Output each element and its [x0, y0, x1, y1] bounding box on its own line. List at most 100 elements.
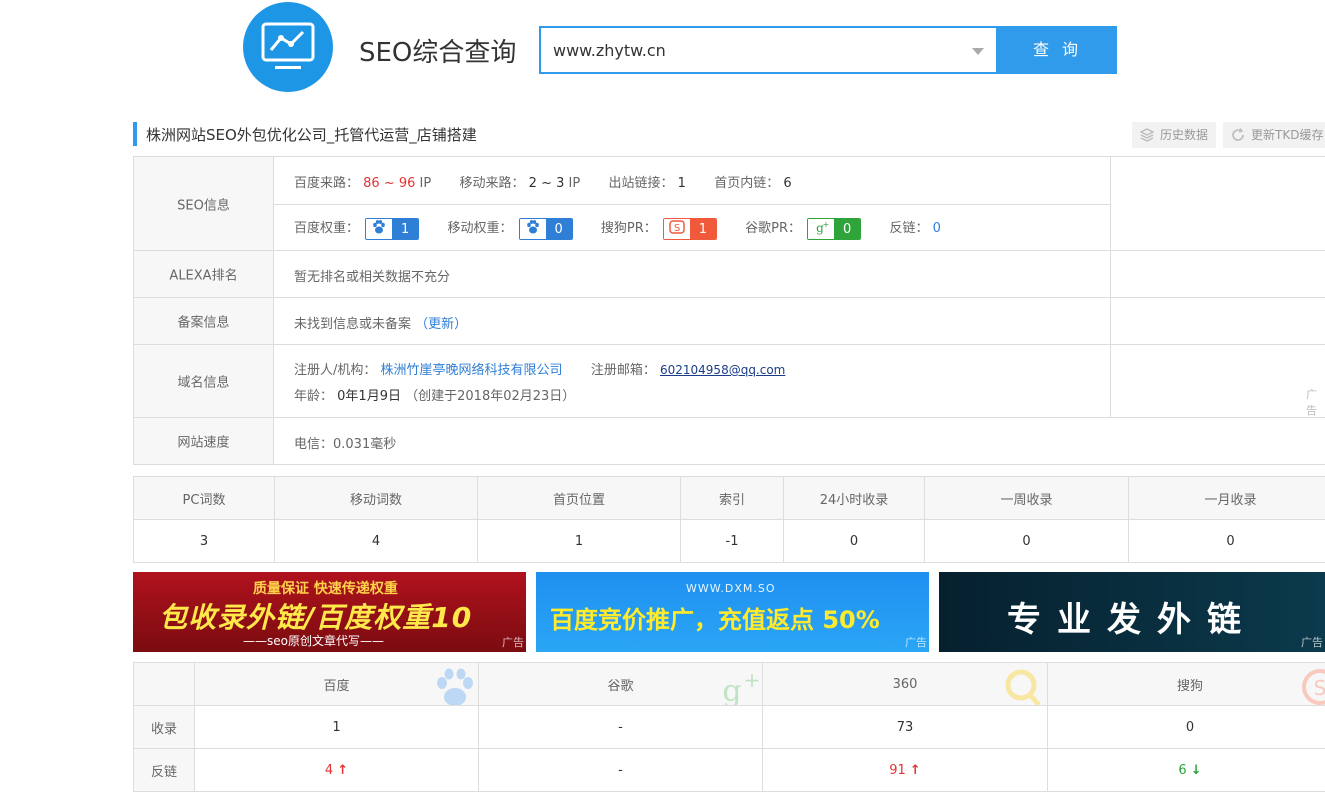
speed-value: 电信：0.031毫秒	[294, 437, 397, 452]
domain-row: 域名信息 注册人/机构： 株洲竹崖亭晚网络科技有限公司 注册邮箱： 602104…	[133, 345, 1325, 418]
engine-360-label: 360	[892, 676, 918, 692]
engine-corner	[133, 662, 195, 706]
engine-header-google: 谷歌 g +	[478, 662, 763, 706]
engine-header-baidu: 百度	[194, 662, 479, 706]
ad-banner-2-headline: 百度竞价推广，充值返点 50%	[550, 606, 880, 634]
ad-banner-backlinks[interactable]: 质量保证 快速传递权重 包收录外链/百度权重10 ——seo原创文章代写—— 广…	[133, 572, 526, 652]
baidu-traffic-value: 86 ~ 96	[363, 176, 416, 191]
alexa-value: 暂无排名或相关数据不充分	[294, 270, 451, 285]
stats-homepage-value[interactable]: 1	[477, 519, 681, 563]
mobile-paw-icon	[519, 218, 546, 239]
baidu-weight-label: 百度权重：	[294, 221, 360, 236]
baidu-paw-icon	[437, 668, 473, 705]
engine-header-sogou: 搜狗 S	[1047, 662, 1325, 706]
svg-text:S: S	[1314, 676, 1325, 700]
engine-google-label: 谷歌	[607, 678, 634, 694]
google-pr-label: 谷歌PR：	[745, 221, 802, 236]
baidu-traffic-label: 百度来路：	[294, 176, 360, 191]
stats-table: PC词数 移动词数 首页位置 索引 24小时收录 一周收录 一月收录 3 4 1…	[133, 476, 1325, 563]
title-accent-bar	[133, 122, 137, 146]
registrant-line: 注册人/机构： 株洲竹崖亭晚网络科技有限公司 注册邮箱： 602104958@q…	[294, 359, 785, 378]
stats-header-index: 索引	[680, 476, 784, 520]
beian-update-link[interactable]: （更新）	[415, 317, 467, 332]
arrow-up-icon: ↑	[337, 762, 349, 778]
stats-24h-value[interactable]: 0	[783, 519, 925, 563]
engine-table: 百度 谷歌 g+ 360 搜狗 S 收录 1 - 73 0 反链	[133, 662, 1325, 792]
weight-line: 百度权重： 1 移动权重： 0 搜狗PR： S1 谷歌PR： g +0 反链： 0	[294, 217, 941, 240]
sogou-pr-badge[interactable]: S1	[662, 217, 717, 240]
mobile-traffic-label: 移动来路：	[459, 176, 525, 191]
sogou-backlinks-cell[interactable]: 6 ↓	[1047, 748, 1325, 792]
registrant-label: 注册人/机构：	[294, 363, 377, 378]
registrant-link[interactable]: 株洲竹崖亭晚网络科技有限公司	[381, 363, 563, 378]
baidu-traffic-unit: IP	[419, 176, 432, 191]
google-pr-badge[interactable]: g +0	[807, 217, 862, 240]
domain-cell: 注册人/机构： 株洲竹崖亭晚网络科技有限公司 注册邮箱： 602104958@q…	[274, 345, 1111, 417]
site-logo[interactable]	[243, 2, 333, 92]
sogou-pr-label: 搜狗PR：	[600, 221, 657, 236]
search-input[interactable]	[541, 28, 941, 72]
ad-banner-1-headline: 包收录外链/百度权重10	[159, 601, 473, 634]
seo-info-divider	[274, 204, 1111, 205]
speed-label: 网站速度	[133, 418, 274, 464]
baidu-weight-value: 1	[392, 218, 419, 239]
search-box[interactable]	[539, 26, 998, 74]
google-backlinks: -	[478, 748, 763, 792]
stats-month-value[interactable]: 0	[1128, 519, 1325, 563]
mobile-traffic-value: 2 ~ 3	[528, 176, 565, 191]
stats-pc-value[interactable]: 3	[133, 519, 275, 563]
ad-banner-outlinks[interactable]: 专业发外链 广告	[939, 572, 1325, 652]
age-line: 年龄： 0年1月9日 （创建于2018年02月23日）	[294, 385, 575, 404]
360-search-icon	[1005, 669, 1041, 705]
360-indexed[interactable]: 73	[762, 705, 1048, 749]
outbound-links-value: 1	[677, 176, 686, 191]
backlinks-label: 反链：	[889, 221, 929, 236]
google-plus-icon: g +	[808, 218, 835, 239]
svg-text:S: S	[674, 223, 680, 234]
seo-info-row: SEO信息 百度来路： 86 ~ 96 IP 移动来路： 2 ~ 3 IP 出站…	[133, 157, 1325, 251]
mobile-weight-badge[interactable]: 0	[518, 217, 573, 240]
seo-info-label: SEO信息	[133, 157, 274, 250]
alexa-row: ALEXA排名 暂无排名或相关数据不充分	[133, 251, 1325, 298]
baidu-indexed[interactable]: 1	[194, 705, 479, 749]
sogou-pr-value: 1	[689, 218, 716, 239]
ad-tag: 广告	[905, 636, 927, 649]
stats-mobile-value[interactable]: 4	[274, 519, 478, 563]
stats-week-value[interactable]: 0	[924, 519, 1129, 563]
360-backlinks-cell[interactable]: 91 ↑	[762, 748, 1048, 792]
refresh-tkd-button[interactable]: 更新TKD缓存	[1223, 122, 1325, 148]
search-button[interactable]: 查 询	[998, 26, 1117, 74]
stats-index-value[interactable]: -1	[680, 519, 784, 563]
refresh-tkd-label: 更新TKD缓存	[1251, 128, 1324, 142]
ad-banner-bidding[interactable]: WWW.DXM.SO 百度竞价推广，充值返点 50% 广告	[536, 572, 929, 652]
baidu-paw-icon	[366, 218, 393, 239]
mobile-traffic-unit: IP	[568, 176, 581, 191]
mobile-weight-value: 0	[545, 218, 572, 239]
arrow-down-icon: ↓	[1190, 762, 1202, 778]
svg-text:+: +	[823, 220, 829, 229]
beian-label: 备案信息	[133, 298, 274, 344]
site-title: 株洲网站SEO外包优化公司_托管代运营_店铺搭建	[146, 126, 477, 144]
baidu-weight-badge[interactable]: 1	[365, 217, 420, 240]
homepage-links-label: 首页内链：	[714, 176, 780, 191]
sogou-indexed[interactable]: 0	[1047, 705, 1325, 749]
dropdown-caret-icon[interactable]	[972, 48, 984, 55]
beian-value: 未找到信息或未备案	[294, 317, 412, 332]
mobile-weight-label: 移动权重：	[447, 221, 513, 236]
backlinks-value[interactable]: 0	[933, 221, 941, 236]
ad-banner-1-subline: ——seo原创文章代写——	[243, 634, 384, 648]
svg-text:+: +	[744, 668, 761, 692]
ad-tag: 广告	[502, 636, 524, 649]
email-link[interactable]: 602104958@qq.com	[660, 363, 785, 377]
baidu-backlinks: 4	[324, 762, 334, 778]
baidu-backlinks-cell[interactable]: 4 ↑	[194, 748, 479, 792]
brand-title: SEO综合查询	[359, 38, 517, 68]
outbound-links-label: 出站链接：	[608, 176, 674, 191]
google-plus-icon: g +	[722, 668, 761, 705]
row-label-backlinks: 反链	[133, 748, 195, 792]
engine-baidu-label: 百度	[323, 678, 350, 694]
arrow-up-icon: ↑	[909, 762, 921, 778]
google-indexed: -	[478, 705, 763, 749]
ad-tag: 广告	[1301, 636, 1323, 649]
history-data-button[interactable]: 历史数据	[1132, 122, 1216, 148]
